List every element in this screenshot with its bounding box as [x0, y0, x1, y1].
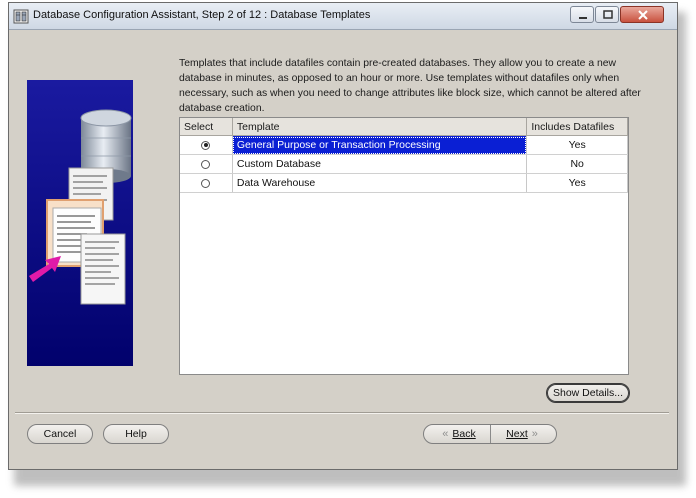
chevron-left-icon: « [442, 428, 449, 440]
select-cell[interactable] [180, 154, 233, 174]
table-row[interactable]: General Purpose or Transaction Processin… [180, 135, 628, 155]
radio-selected[interactable] [201, 140, 211, 150]
select-cell[interactable] [180, 135, 233, 155]
maximize-button[interactable] [595, 6, 619, 23]
wizard-illustration [27, 80, 133, 366]
footer-separator [15, 412, 669, 414]
navigation-buttons: « Back Next » [423, 424, 557, 444]
chevron-right-icon: » [531, 428, 538, 440]
minimize-button[interactable] [570, 6, 594, 23]
template-cell[interactable]: Data Warehouse [232, 173, 528, 193]
table-row[interactable]: Data Warehouse Yes [180, 173, 628, 193]
cancel-button[interactable]: Cancel [27, 424, 93, 444]
table-row[interactable]: Custom Database No [180, 154, 628, 174]
next-label: Next [506, 428, 528, 440]
datafiles-cell: Yes [526, 173, 628, 193]
dialog-window: Database Configuration Assistant, Step 2… [8, 2, 678, 470]
radio-unselected[interactable] [201, 178, 211, 188]
description-text: Templates that include datafiles contain… [179, 58, 641, 114]
radio-unselected[interactable] [201, 159, 211, 169]
close-button[interactable] [620, 6, 664, 23]
templates-table: Select Template Includes Datafiles Gener… [179, 117, 629, 375]
template-cell[interactable]: Custom Database [232, 154, 528, 174]
show-details-button[interactable]: Show Details... [546, 383, 630, 403]
template-cell[interactable]: General Purpose or Transaction Processin… [232, 135, 528, 155]
column-header-template[interactable]: Template [232, 118, 528, 136]
maximize-icon [603, 10, 613, 19]
column-header-includes-datafiles[interactable]: Includes Datafiles [526, 118, 628, 136]
close-icon [638, 10, 648, 20]
column-header-select[interactable]: Select [180, 118, 233, 136]
window-title: Database Configuration Assistant, Step 2… [33, 9, 371, 21]
select-cell[interactable] [180, 173, 233, 193]
back-label: Back [452, 428, 476, 440]
database-templates-illustration [27, 80, 133, 366]
datafiles-cell: No [526, 154, 628, 174]
database-icon [13, 9, 29, 24]
next-button[interactable]: Next » [491, 425, 556, 443]
back-button[interactable]: « Back [424, 425, 491, 443]
help-button[interactable]: Help [103, 424, 169, 444]
title-bar[interactable]: Database Configuration Assistant, Step 2… [9, 3, 677, 30]
datafiles-cell: Yes [526, 135, 628, 155]
minimize-icon [579, 17, 587, 19]
